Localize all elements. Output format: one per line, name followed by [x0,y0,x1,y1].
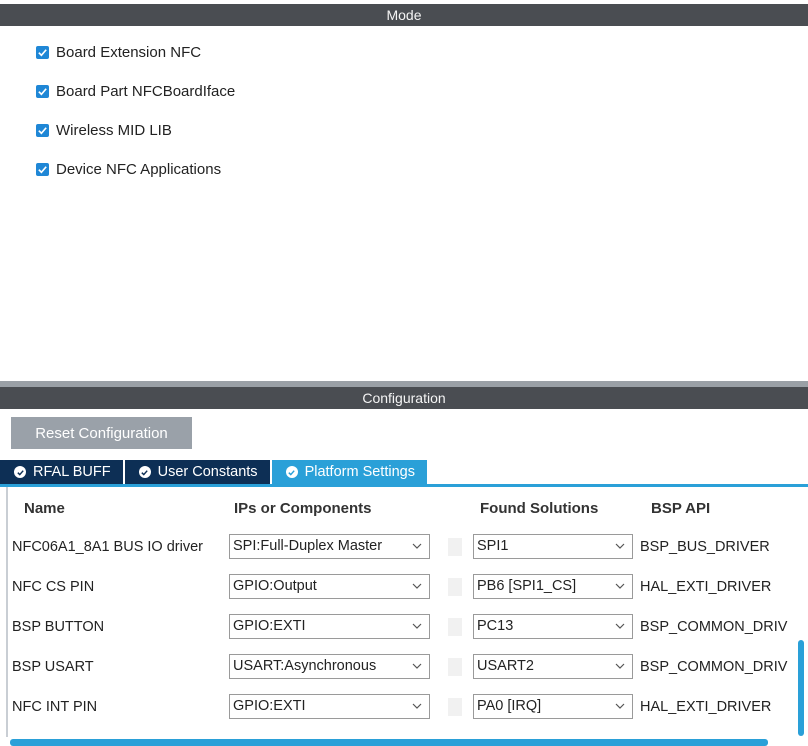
found-solution-value: USART2 [477,658,534,674]
table-row: NFC INT PIN GPIO:EXTI PA0 [IRQ] HAL_EXTI… [8,694,796,722]
ip-component-select[interactable]: GPIO:Output [229,574,430,599]
row-name: BSP USART [12,659,94,675]
row-name: NFC CS PIN [12,579,95,595]
checkbox-board-part-nfcboardiface[interactable]: Board Part NFCBoardIface [36,83,235,100]
found-solution-value: PB6 [SPI1_CS] [477,578,577,594]
platform-settings-panel: Name IPs or Components Found Solutions B… [6,487,796,737]
table-row: NFC06A1_8A1 BUS IO driver SPI:Full-Duple… [8,534,796,562]
checkbox-wireless-mid-lib[interactable]: Wireless MID LIB [36,122,172,139]
table-row: BSP BUTTON GPIO:EXTI PC13 BSP_COMMON_DRI… [8,614,796,642]
found-solution-select[interactable]: PC13 [473,614,633,639]
tab-rfal-buff[interactable]: RFAL BUFF [0,460,123,484]
check-circle-icon [14,466,26,478]
chevron-down-icon [412,663,422,669]
tab-user-constants[interactable]: User Constants [124,460,270,484]
checkbox-device-nfc-applications[interactable]: Device NFC Applications [36,161,221,178]
checkmark-icon[interactable] [36,163,49,176]
chevron-down-icon [412,703,422,709]
found-solution-value: SPI1 [477,538,509,554]
bsp-api-value: BSP_COMMON_DRIV [640,619,788,635]
found-solution-select[interactable]: USART2 [473,654,633,679]
row-name: BSP BUTTON [12,619,105,635]
bsp-api-value: BSP_COMMON_DRIV [640,659,788,675]
chevron-down-icon [615,543,625,549]
ip-component-value: GPIO:EXTI [233,698,306,714]
configuration-header: Configuration [0,381,808,409]
mode-title: Mode [386,7,422,23]
ip-component-select[interactable]: GPIO:EXTI [229,694,430,719]
ip-component-value: GPIO:Output [233,578,317,594]
chevron-down-icon [615,623,625,629]
ip-component-value: SPI:Full-Duplex Master [233,538,383,554]
row-name: NFC06A1_8A1 BUS IO driver [12,539,203,555]
table-row: BSP USART USART:Asynchronous USART2 BSP_… [8,654,796,682]
column-header-ips: IPs or Components [234,500,372,517]
bsp-api-value: HAL_EXTI_DRIVER [640,699,772,715]
divider [448,578,462,596]
tab-label: RFAL BUFF [33,464,111,480]
found-solution-select[interactable]: PA0 [IRQ] [473,694,633,719]
ip-component-select[interactable]: USART:Asynchronous [229,654,430,679]
found-solution-select[interactable]: PB6 [SPI1_CS] [473,574,633,599]
column-header-bsp-api: BSP API [651,500,711,517]
checkbox-board-extension-nfc[interactable]: Board Extension NFC [36,44,201,61]
checkmark-icon[interactable] [36,124,49,137]
horizontal-scrollbar-thumb[interactable] [10,739,768,746]
ip-component-value: USART:Asynchronous [233,658,377,674]
bsp-api-value: HAL_EXTI_DRIVER [640,579,772,595]
chevron-down-icon [615,583,625,589]
ip-component-value: GPIO:EXTI [233,618,306,634]
config-tabs: RFAL BUFF User Constants Platform Settin… [0,460,429,484]
column-header-name: Name [24,500,65,517]
chevron-down-icon [412,623,422,629]
checkmark-icon[interactable] [36,85,49,98]
chevron-down-icon [412,543,422,549]
divider [448,698,462,716]
checkbox-label: Device NFC Applications [56,161,222,178]
row-name: NFC INT PIN [12,699,98,715]
bsp-api-value: BSP_BUS_DRIVER [640,539,770,555]
tab-label: User Constants [157,464,258,480]
mode-header: Mode [0,4,808,26]
tab-platform-settings[interactable]: Platform Settings [271,460,427,484]
found-solution-select[interactable]: SPI1 [473,534,633,559]
chevron-down-icon [412,583,422,589]
checkbox-label: Wireless MID LIB [56,122,172,139]
vertical-scrollbar-thumb[interactable] [798,640,804,736]
reset-configuration-button[interactable]: Reset Configuration [11,417,192,449]
configuration-title: Configuration [362,390,446,406]
divider [448,538,462,556]
found-solution-value: PC13 [477,618,514,634]
divider [448,618,462,636]
check-circle-icon [285,466,298,478]
checkmark-icon[interactable] [36,46,49,59]
chevron-down-icon [615,663,625,669]
column-header-found-solutions: Found Solutions [480,500,599,517]
check-circle-icon [138,466,151,478]
ip-component-select[interactable]: SPI:Full-Duplex Master [229,534,430,559]
checkbox-label: Board Extension NFC [56,44,202,61]
ip-component-select[interactable]: GPIO:EXTI [229,614,430,639]
found-solution-value: PA0 [IRQ] [477,698,542,714]
checkbox-label: Board Part NFCBoardIface [56,83,236,100]
tab-label: Platform Settings [304,464,415,480]
divider [448,658,462,676]
table-row: NFC CS PIN GPIO:Output PB6 [SPI1_CS] HAL… [8,574,796,602]
chevron-down-icon [615,703,625,709]
